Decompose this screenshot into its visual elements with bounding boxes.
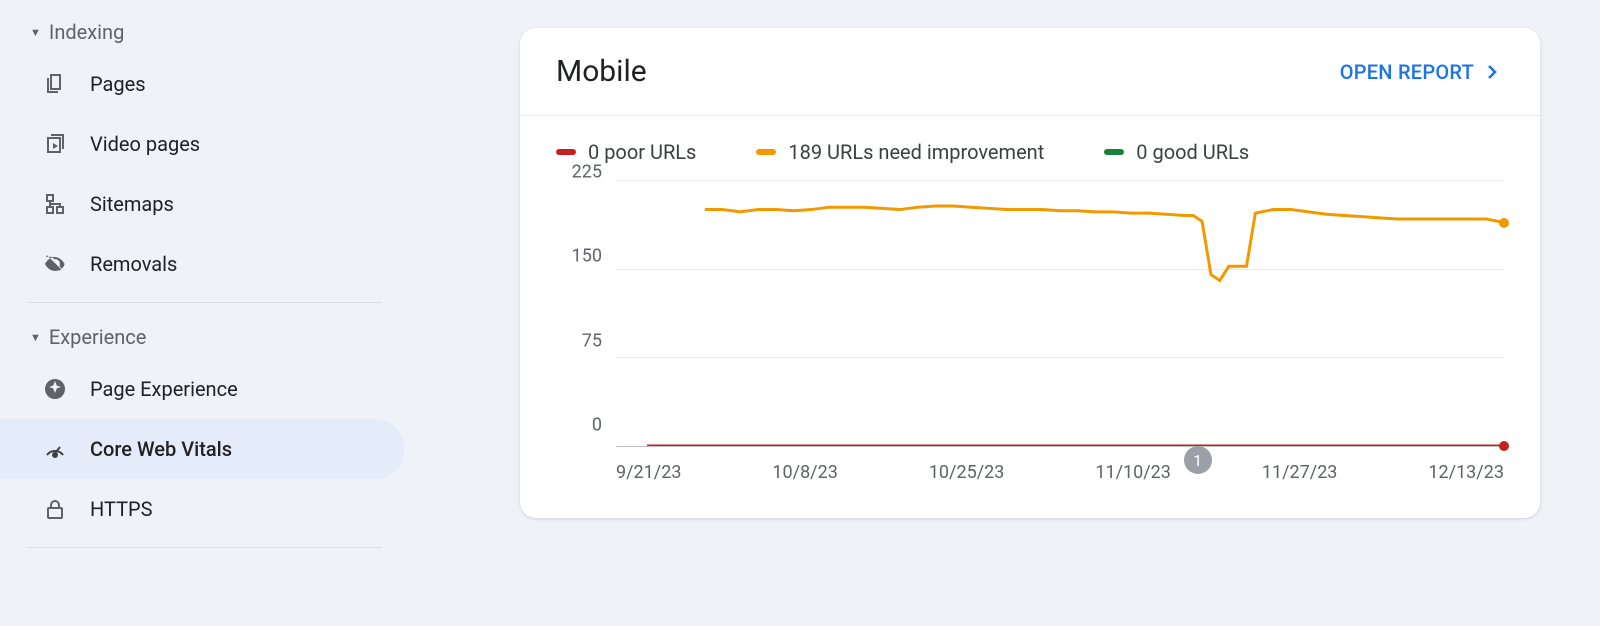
y-axis: 225 150 75 0 <box>556 172 602 446</box>
y-tick: 150 <box>556 246 602 267</box>
sidebar-item-removals[interactable]: Removals <box>0 234 404 294</box>
main-content: Mobile OPEN REPORT 0 poor URLs 189 URLs … <box>410 0 1600 626</box>
y-tick: 0 <box>556 414 602 435</box>
chart-legend: 0 poor URLs 189 URLs need improvement 0 … <box>520 116 1540 172</box>
x-axis: 9/21/23 10/8/23 10/25/23 11/10/23 11/27/… <box>616 462 1504 492</box>
legend-swatch <box>1104 149 1124 155</box>
x-tick: 11/27/23 <box>1262 462 1338 492</box>
divider <box>28 302 382 303</box>
x-tick: 11/10/23 <box>1095 462 1171 492</box>
caret-down-icon: ▼ <box>30 26 41 39</box>
mobile-card: Mobile OPEN REPORT 0 poor URLs 189 URLs … <box>520 28 1540 518</box>
legend-label: 0 good URLs <box>1136 140 1249 164</box>
chart: 225 150 75 0 1 9/21/23 10/8/23 10 <box>520 172 1540 518</box>
sitemaps-icon <box>42 191 68 217</box>
sidebar-item-label: Video pages <box>90 132 200 156</box>
video-pages-icon <box>42 131 68 157</box>
sidebar-item-pages[interactable]: Pages <box>0 54 404 114</box>
open-report-button[interactable]: OPEN REPORT <box>1340 60 1504 84</box>
x-tick: 10/8/23 <box>772 462 837 492</box>
gauge-icon <box>42 436 68 462</box>
removals-icon <box>42 251 68 277</box>
plot-area: 1 <box>616 180 1504 446</box>
y-tick: 225 <box>556 162 602 183</box>
legend-item-need[interactable]: 189 URLs need improvement <box>756 140 1044 164</box>
series-endpoint <box>1499 218 1509 228</box>
card-header: Mobile OPEN REPORT <box>520 28 1540 116</box>
legend-item-good[interactable]: 0 good URLs <box>1104 140 1249 164</box>
sidebar-item-label: Pages <box>90 72 146 96</box>
sidebar-item-core-web-vitals[interactable]: Core Web Vitals <box>0 419 404 479</box>
card-title: Mobile <box>556 54 647 89</box>
legend-item-poor[interactable]: 0 poor URLs <box>556 140 696 164</box>
y-tick: 75 <box>556 330 602 351</box>
section-header-indexing[interactable]: ▼ Indexing <box>0 10 410 54</box>
page-experience-icon <box>42 376 68 402</box>
lock-icon <box>42 496 68 522</box>
pages-icon <box>42 71 68 97</box>
section-label: Experience <box>49 325 147 349</box>
legend-swatch <box>556 149 576 155</box>
legend-swatch <box>756 149 776 155</box>
chevron-right-icon <box>1480 60 1504 84</box>
sidebar-item-label: Sitemaps <box>90 192 174 216</box>
sidebar: ▼ Indexing Pages Video pages Sitemaps <box>0 0 410 626</box>
sidebar-item-label: Core Web Vitals <box>90 437 232 461</box>
x-tick: 12/13/23 <box>1428 462 1504 492</box>
sidebar-item-label: HTTPS <box>90 497 153 521</box>
section-label: Indexing <box>49 20 124 44</box>
section-header-experience[interactable]: ▼ Experience <box>0 315 410 359</box>
legend-label: 0 poor URLs <box>588 140 696 164</box>
caret-down-icon: ▼ <box>30 331 41 344</box>
sidebar-item-sitemaps[interactable]: Sitemaps <box>0 174 404 234</box>
x-tick: 9/21/23 <box>616 462 681 492</box>
open-report-label: OPEN REPORT <box>1340 60 1474 84</box>
sidebar-item-page-experience[interactable]: Page Experience <box>0 359 404 419</box>
sidebar-item-video-pages[interactable]: Video pages <box>0 114 404 174</box>
sidebar-item-https[interactable]: HTTPS <box>0 479 404 539</box>
legend-label: 189 URLs need improvement <box>788 140 1044 164</box>
sidebar-item-label: Page Experience <box>90 377 238 401</box>
x-tick: 10/25/23 <box>929 462 1005 492</box>
divider <box>28 547 382 548</box>
sidebar-item-label: Removals <box>90 252 177 276</box>
